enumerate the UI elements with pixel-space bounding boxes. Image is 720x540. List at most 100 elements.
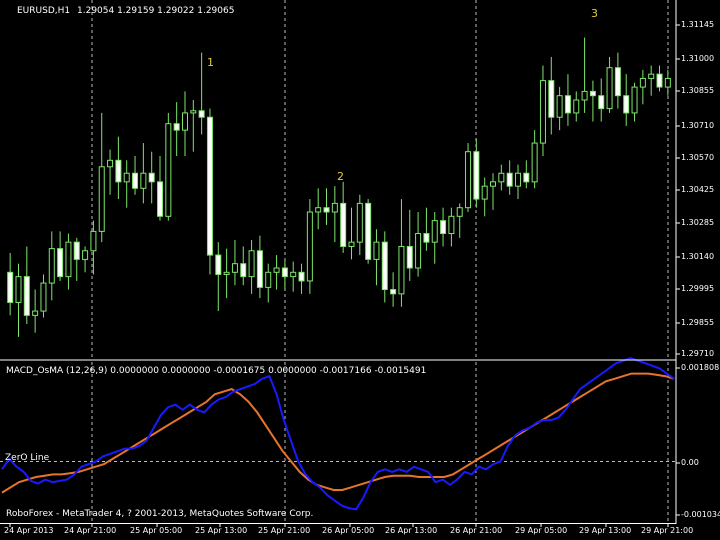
bull-candle-body xyxy=(181,112,188,131)
bull-candle-body xyxy=(631,86,638,114)
time-tick: 29 Apr 13:00 xyxy=(579,526,632,535)
price-tick: 1.30140 xyxy=(681,252,715,261)
price-tick: 1.30570 xyxy=(681,153,715,162)
bull-candle-body xyxy=(15,276,22,303)
time-tick: 29 Apr 21:00 xyxy=(641,526,694,535)
bear-candle-body xyxy=(381,241,388,291)
bull-candle-body xyxy=(40,282,47,312)
bull-candle-body xyxy=(398,245,405,295)
price-tick: 1.30855 xyxy=(681,86,715,95)
bull-candle-body xyxy=(573,99,580,114)
bull-candle-body xyxy=(223,271,230,275)
bear-candle-body xyxy=(240,263,247,278)
bear-candle-body xyxy=(440,220,447,235)
zero-line-label: ZerO Line xyxy=(5,453,50,463)
bull-candle-body xyxy=(415,233,422,269)
bull-candle-body xyxy=(465,151,472,209)
time-tick: 24 Apr 21:00 xyxy=(64,526,117,535)
bear-candle-body xyxy=(281,267,288,278)
bear-candle-body xyxy=(598,95,605,110)
bull-candle-body xyxy=(456,207,463,217)
bear-candle-body xyxy=(173,123,180,131)
time-tick: 25 Apr 13:00 xyxy=(195,526,248,535)
time-tick: 24 Apr 2013 xyxy=(4,526,54,535)
bear-candle-body xyxy=(157,181,164,217)
bull-candle-body xyxy=(248,250,255,278)
time-tick: 26 Apr 05:00 xyxy=(322,526,375,535)
bear-candle-body xyxy=(423,233,430,243)
price-tick: 1.31145 xyxy=(681,20,715,29)
bear-candle-body xyxy=(115,159,122,183)
bear-candle-body xyxy=(57,248,64,278)
bull-candle-body xyxy=(356,202,363,243)
indicator-header: MACD_OsMA (12,26,9) 0.0000000 0.0000000 … xyxy=(6,366,427,376)
bear-candle-body xyxy=(623,95,630,114)
chart-canvas[interactable] xyxy=(0,0,720,540)
bull-candle-body xyxy=(90,230,97,252)
bear-candle-body xyxy=(614,67,621,97)
bear-candle-body xyxy=(73,241,80,260)
price-tick: 1.31000 xyxy=(681,54,715,63)
bull-candle-body xyxy=(331,202,338,213)
price-tick: 1.30285 xyxy=(681,218,715,227)
time-tick: 26 Apr 21:00 xyxy=(450,526,503,535)
bull-candle-body xyxy=(431,220,438,243)
bull-candle-body xyxy=(98,166,105,232)
bull-candle-body xyxy=(606,67,613,110)
ohlc-readout: 1.29054 1.29159 1.29022 1.29065 xyxy=(77,6,235,16)
bear-candle-body xyxy=(473,151,480,200)
bull-candle-body xyxy=(48,248,55,284)
bull-candle-body xyxy=(273,267,280,273)
bull-candle-body xyxy=(306,211,313,282)
bull-candle-body xyxy=(664,77,671,88)
bull-candle-body xyxy=(348,241,355,247)
bull-candle-body xyxy=(490,181,497,187)
bull-candle-body xyxy=(531,142,538,183)
bull-candle-body xyxy=(265,271,272,288)
bull-candle-body xyxy=(498,172,505,183)
time-tick: 25 Apr 21:00 xyxy=(258,526,311,535)
indicator-tick: 0.00 xyxy=(681,458,699,467)
bull-candle-body xyxy=(32,310,39,316)
bull-candle-body xyxy=(231,263,238,273)
indicator-tick: 0.001808 xyxy=(681,363,720,372)
bear-candle-body xyxy=(548,80,555,118)
time-tick: 29 Apr 05:00 xyxy=(515,526,568,535)
bull-candle-body xyxy=(514,172,521,187)
bear-candle-body xyxy=(589,90,596,97)
bear-candle-body xyxy=(206,116,213,256)
copyright-label: RoboForex - MetaTrader 4, ? 2001-2013, M… xyxy=(6,509,314,519)
bull-candle-body xyxy=(373,241,380,260)
bear-candle-body xyxy=(340,202,347,247)
bear-candle-body xyxy=(256,250,263,288)
bull-candle-body xyxy=(82,250,89,260)
bull-candle-body xyxy=(123,172,130,183)
bull-candle-body xyxy=(539,80,546,144)
bull-candle-body xyxy=(190,110,197,114)
bear-candle-body xyxy=(198,110,205,118)
bull-candle-body xyxy=(481,185,488,200)
wave-label-1: 1 xyxy=(207,56,214,69)
bear-candle-body xyxy=(564,95,571,114)
bull-candle-body xyxy=(648,73,655,79)
indicator-tick: -0.001034 xyxy=(681,510,720,519)
bull-candle-body xyxy=(65,241,72,278)
bull-candle-body xyxy=(290,271,297,278)
bull-candle-body xyxy=(107,159,114,168)
time-tick: 26 Apr 13:00 xyxy=(385,526,438,535)
price-tick: 1.29995 xyxy=(681,284,715,293)
bull-candle-body xyxy=(448,215,455,235)
bull-candle-body xyxy=(165,123,172,217)
bull-candle-body xyxy=(315,207,322,213)
bear-candle-body xyxy=(132,172,139,189)
bull-candle-body xyxy=(581,90,588,101)
price-tick: 1.30425 xyxy=(681,185,715,194)
bear-candle-body xyxy=(656,73,663,88)
bear-candle-body xyxy=(23,276,30,316)
price-tick: 1.29710 xyxy=(681,349,715,358)
bull-candle-body xyxy=(556,95,563,118)
symbol-label: EURUSD,H1 xyxy=(17,6,71,16)
time-tick: 25 Apr 05:00 xyxy=(130,526,183,535)
bear-candle-body xyxy=(7,271,14,303)
wave-label-2: 2 xyxy=(337,170,344,183)
